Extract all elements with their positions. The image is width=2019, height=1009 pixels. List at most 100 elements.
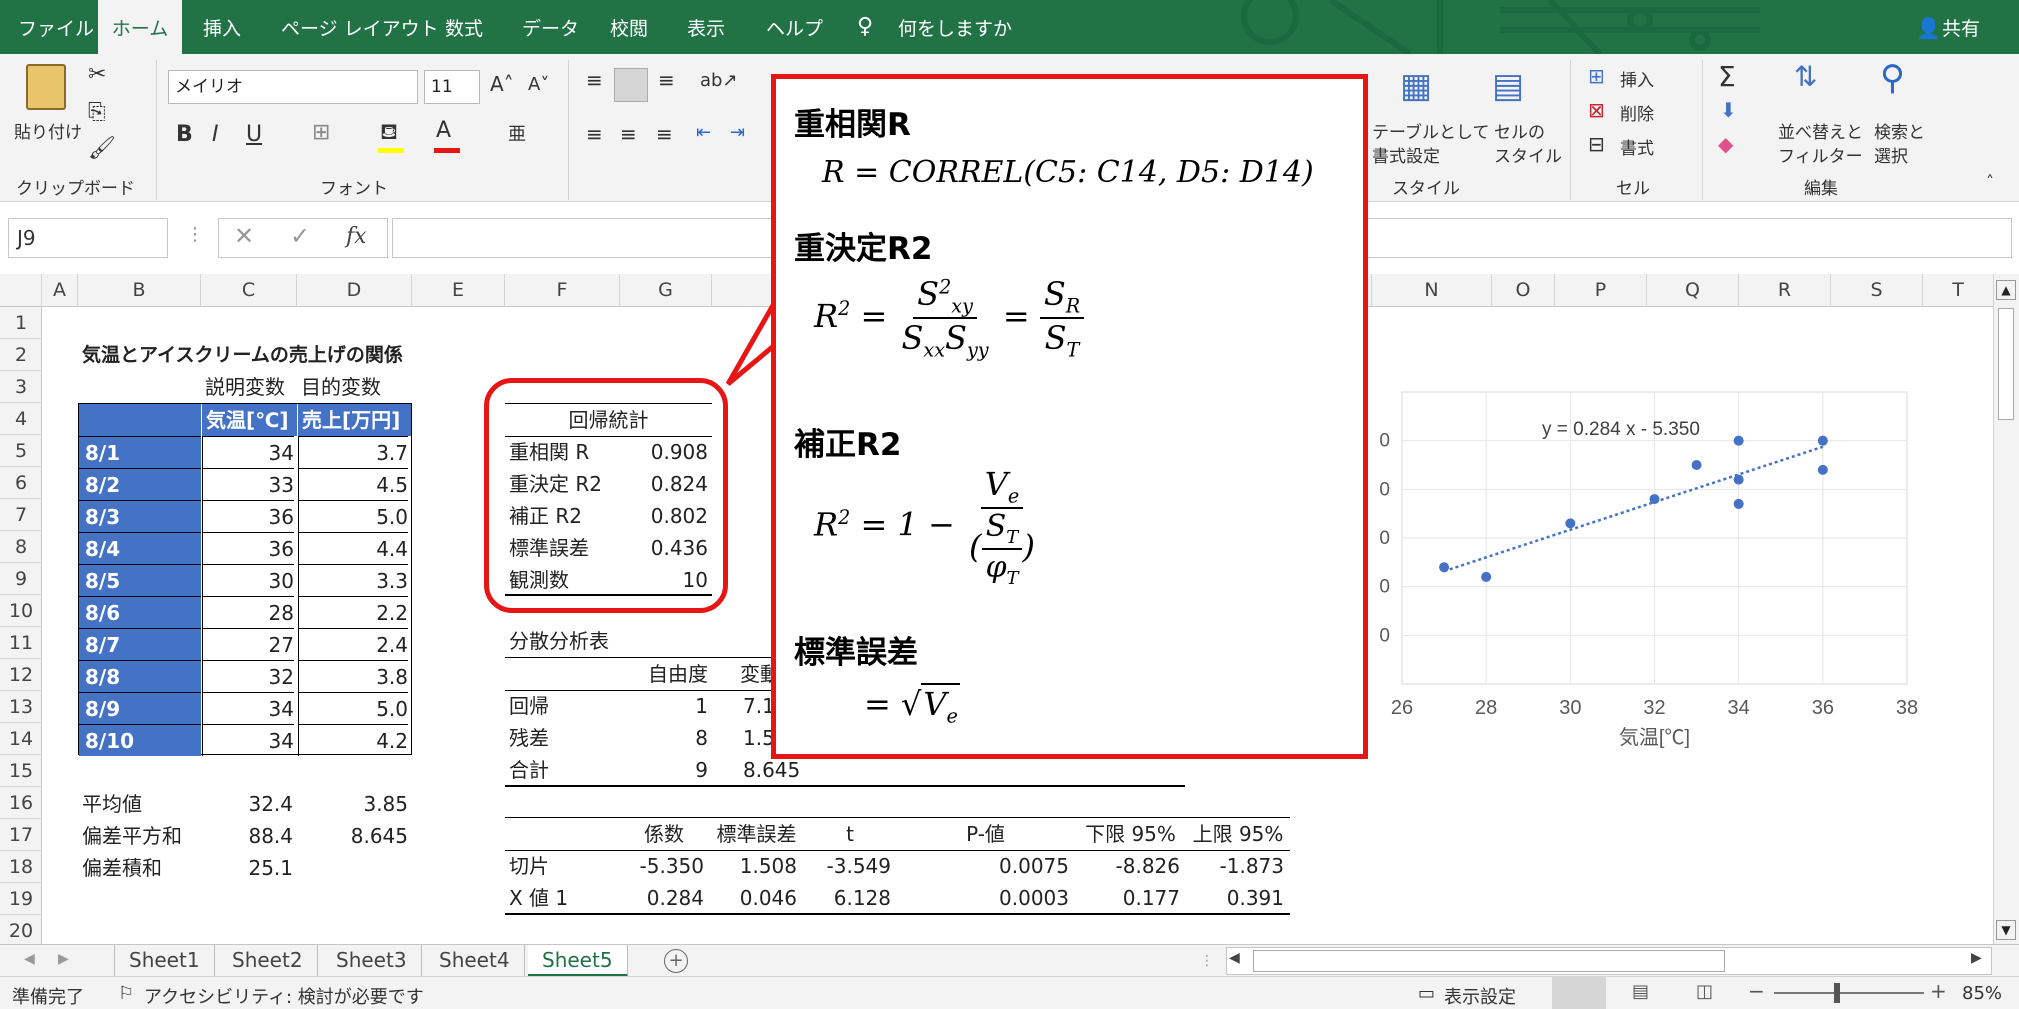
row-header[interactable]: 4 [0,403,42,435]
regression-header[interactable]: 回帰統計 [505,404,712,436]
summary-y-value[interactable] [297,852,408,884]
orientation-icon[interactable]: ab↗ [700,70,738,91]
indent-increase-icon[interactable]: ⇥ [730,122,745,143]
column-header[interactable]: E [412,274,505,307]
row-header[interactable]: 10 [0,595,42,627]
date-cell[interactable]: 8/10 [79,724,201,756]
summary-label[interactable]: 偏差平方和 [82,820,182,852]
row-header[interactable]: 19 [0,883,42,915]
row-header[interactable]: 20 [0,915,42,947]
date-cell[interactable]: 8/2 [79,468,201,500]
share-button[interactable]: 共有 [1942,0,1980,54]
row-header[interactable]: 1 [0,307,42,339]
align-right-icon[interactable]: ≡ [656,122,673,146]
row-header[interactable]: 14 [0,723,42,755]
row-header[interactable]: 15 [0,755,42,787]
row-header[interactable]: 7 [0,499,42,531]
delete-cells-icon[interactable]: ⊠ [1588,98,1605,122]
zoom-slider-thumb[interactable] [1834,983,1840,1003]
anova-label[interactable]: 回帰 [509,690,549,722]
date-cell[interactable]: 8/3 [79,500,201,532]
sales-cell[interactable]: 3.7 [298,436,408,468]
tell-me-search[interactable]: 何をしますか [898,0,1012,54]
temperature-cell[interactable]: 36 [202,532,294,564]
zoom-in-icon[interactable]: + [1930,979,1947,1003]
column-header[interactable]: C [201,274,297,307]
tab-data[interactable]: データ [522,0,579,54]
column-header[interactable]: F [505,274,620,307]
column-header[interactable]: Q [1647,274,1739,307]
date-cell[interactable]: 8/8 [79,660,201,692]
temperature-cell[interactable]: 30 [202,564,294,596]
cancel-icon[interactable]: ✕ [234,222,254,250]
font-shrink-icon[interactable]: A˅ [528,74,549,95]
coef-col-header[interactable]: P-値 [898,818,1073,850]
zoom-level[interactable]: 85% [1962,983,2002,1004]
zoom-slider[interactable] [1774,992,1924,994]
autosum-icon[interactable]: Σ [1718,60,1736,93]
row-header[interactable]: 3 [0,371,42,403]
temperature-cell[interactable]: 34 [202,436,294,468]
coef-value[interactable]: 0.391 [1188,882,1284,914]
tab-review[interactable]: 校閲 [610,0,648,54]
regression-value[interactable]: 0.824 [620,468,708,500]
anova-title[interactable]: 分散分析表 [509,625,609,657]
page-layout-view-icon[interactable]: ▤ [1632,981,1649,1002]
italic-icon[interactable]: I [212,122,219,147]
coef-value[interactable]: 6.128 [805,882,891,914]
coef-value[interactable]: -3.549 [805,850,891,882]
normal-view-icon[interactable] [1552,977,1606,1009]
sheet-tab-2[interactable]: Sheet2 [218,945,318,977]
temperature-cell[interactable]: 33 [202,468,294,500]
display-settings-icon[interactable]: ▭ [1418,983,1435,1004]
sales-cell[interactable]: 5.0 [298,692,408,724]
sheet-tab-3[interactable]: Sheet3 [322,945,422,977]
anova-label[interactable]: 合計 [509,754,549,786]
coef-col-header[interactable]: 標準誤差 [712,818,801,850]
coef-col-header[interactable]: t [805,818,895,850]
find-select-icon[interactable]: ⚲ [1880,58,1905,98]
sales-cell[interactable]: 5.0 [298,500,408,532]
temperature-cell[interactable]: 34 [202,692,294,724]
font-grow-icon[interactable]: A˄ [490,72,514,96]
cut-icon[interactable]: ✂ [88,62,106,87]
coef-col-header[interactable]: 係数 [620,818,708,850]
align-left-icon[interactable]: ≡ [586,122,603,146]
align-center-icon[interactable]: ≡ [620,122,637,146]
header-blank[interactable] [79,404,201,436]
splitter-icon[interactable]: ⋮ [1200,953,1214,969]
sales-cell[interactable]: 2.2 [298,596,408,628]
font-name-dropdown[interactable]: メイリオ [168,70,418,104]
regression-value[interactable]: 0.802 [620,500,708,532]
sales-cell[interactable]: 4.5 [298,468,408,500]
date-cell[interactable]: 8/4 [79,532,201,564]
sheet-tab-4[interactable]: Sheet4 [425,945,525,977]
align-bottom-icon[interactable]: ≡ [658,68,675,92]
sales-cell[interactable]: 3.3 [298,564,408,596]
summary-label[interactable]: 平均値 [82,788,142,820]
scroll-down-icon[interactable]: ▼ [1996,920,2016,940]
summary-x-value[interactable]: 32.4 [201,788,293,820]
date-cell[interactable]: 8/5 [79,564,201,596]
summary-x-value[interactable]: 88.4 [201,820,293,852]
header-temperature[interactable]: 気温[℃] [202,404,297,436]
column-header[interactable]: N [1372,274,1492,307]
row-header[interactable]: 2 [0,339,42,371]
sheet-title[interactable]: 気温とアイスクリームの売上げの関係 [82,339,403,371]
clear-icon[interactable]: ◆ [1718,132,1733,156]
scroll-left-icon[interactable]: ◀ [1229,950,1240,966]
row-header[interactable]: 9 [0,563,42,595]
date-cell[interactable]: 8/1 [79,436,201,468]
tab-file[interactable]: ファイル [18,0,94,54]
column-header[interactable]: A [42,274,78,307]
insert-function-icon[interactable]: fx [346,224,367,249]
tab-help[interactable]: ヘルプ [766,0,823,54]
horizontal-scroll-thumb[interactable] [1253,950,1725,972]
coef-value[interactable]: 0.284 [620,882,704,914]
display-settings-button[interactable]: 表示設定 [1444,983,1516,1009]
anova-df[interactable]: 9 [620,754,708,786]
cell-styles-icon[interactable]: ▤ [1492,66,1524,106]
sales-cell[interactable]: 4.4 [298,532,408,564]
row-header[interactable]: 11 [0,627,42,659]
tab-insert[interactable]: 挿入 [203,0,241,54]
